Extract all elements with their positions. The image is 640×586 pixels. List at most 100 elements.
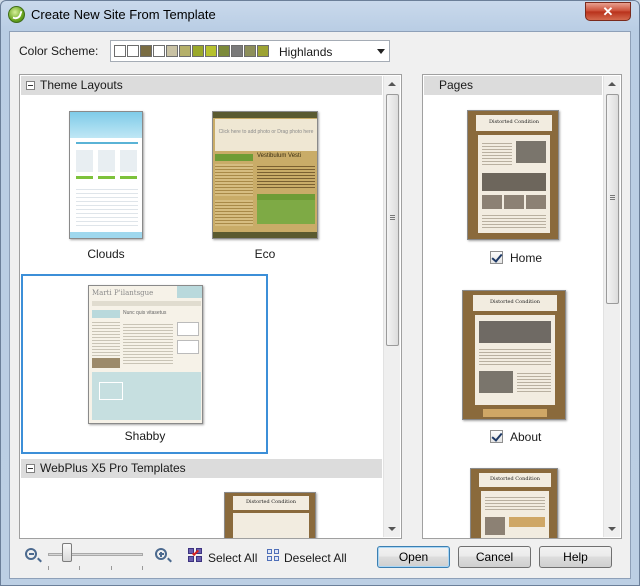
- scroll-down-icon[interactable]: [388, 527, 396, 531]
- photo-frame: [177, 340, 199, 354]
- deselect-square: [267, 556, 272, 561]
- body-lines: [123, 322, 173, 366]
- wood-title: Distorted Condition: [473, 295, 557, 311]
- scroll-up-icon[interactable]: [608, 82, 616, 86]
- corner-tab: [177, 286, 202, 298]
- wood-title: Distorted Condition: [479, 473, 551, 487]
- zoom-slider-thumb[interactable]: [62, 543, 72, 562]
- tick: [79, 566, 80, 570]
- scroll-up-icon[interactable]: [388, 82, 396, 86]
- help-button[interactable]: Help: [539, 546, 612, 568]
- photo-block: [482, 195, 502, 209]
- select-all-icon[interactable]: [188, 548, 204, 564]
- page-thumbnail[interactable]: Distorted Condition: [470, 468, 558, 538]
- photo-block: [526, 195, 546, 209]
- scroll-thumb[interactable]: [386, 94, 399, 346]
- theme-thumbnail-shabby[interactable]: Marti P'ilantsgue Nunc quis vitasetus: [88, 285, 203, 424]
- sidebar-lines: [215, 200, 253, 226]
- tick: [142, 566, 143, 570]
- pages-scrollbar[interactable]: [603, 76, 620, 537]
- page-checkbox-home[interactable]: [490, 251, 503, 264]
- photo-block: [485, 517, 505, 535]
- scroll-thumb[interactable]: [606, 94, 619, 304]
- dialog-body: Color Scheme: Highlands Theme Layouts Cl…: [9, 31, 631, 579]
- tick: [111, 566, 112, 570]
- color-scheme-value: Highlands: [279, 45, 333, 59]
- green-button: [98, 176, 115, 179]
- text-lines: [76, 186, 138, 228]
- collapse-icon[interactable]: [26, 464, 35, 473]
- left-panel-scrollbar[interactable]: [383, 76, 400, 537]
- deselect-all-icon[interactable]: [267, 549, 281, 563]
- photo-banner: [479, 321, 551, 343]
- template-thumbnail[interactable]: Distorted Condition: [224, 492, 316, 538]
- select-all-button[interactable]: Select All: [208, 551, 257, 565]
- color-swatch: [166, 45, 178, 57]
- photo-block: [479, 371, 513, 393]
- page-thumbnail-home[interactable]: Distorted Condition: [467, 110, 559, 240]
- page-body: [233, 513, 309, 538]
- shabby-title: Marti P'ilantsgue: [92, 289, 154, 297]
- color-swatch: [231, 45, 243, 57]
- color-swatch: [192, 45, 204, 57]
- photo-block: [504, 195, 524, 209]
- color-scheme-dropdown[interactable]: Highlands: [110, 40, 390, 62]
- photo-frame: [177, 322, 199, 336]
- theme-thumbnail-clouds[interactable]: [69, 111, 143, 239]
- wood-title: Distorted Condition: [476, 115, 552, 131]
- zoom-slider-ticks: [48, 566, 143, 570]
- green-tag: [215, 154, 253, 161]
- grip-icon: [610, 195, 615, 196]
- zoom-in-icon[interactable]: [155, 548, 172, 563]
- nav-strip: [76, 142, 138, 144]
- body-lines: [257, 164, 315, 190]
- wood-title: Distorted Condition: [233, 496, 309, 510]
- page-label-about: About: [510, 430, 542, 444]
- color-swatches: [114, 45, 269, 57]
- text-lines: [479, 347, 551, 367]
- magnifier-handle: [167, 557, 172, 563]
- page-checkbox-about[interactable]: [490, 430, 503, 443]
- deselect-all-button[interactable]: Deselect All: [284, 551, 347, 565]
- close-button[interactable]: ✕: [585, 2, 631, 21]
- photo-placeholder: Click here to add photo or Drag photo he…: [215, 119, 317, 151]
- color-swatch: [127, 45, 139, 57]
- pages-header: Pages: [424, 76, 602, 95]
- page-thumbnail-about[interactable]: Distorted Condition: [462, 290, 566, 420]
- nav-strip: [92, 301, 201, 306]
- dropdown-arrow-icon[interactable]: [377, 49, 385, 54]
- theme-label-eco: Eco: [254, 247, 276, 261]
- pages-panel: Pages Distorted Condition Home Distorted…: [422, 74, 622, 539]
- accent-block: [509, 517, 545, 527]
- select-square: [188, 556, 194, 562]
- theme-thumbnail-eco[interactable]: Click here to add photo or Drag photo he…: [212, 111, 318, 239]
- theme-label-shabby: Shabby: [124, 429, 166, 443]
- color-swatch: [153, 45, 165, 57]
- photo-frame: [99, 382, 123, 400]
- title-bar[interactable]: Create New Site From Template ✕: [1, 1, 639, 29]
- group-header-theme-layouts[interactable]: Theme Layouts: [21, 76, 382, 95]
- magnifier-handle: [37, 557, 42, 563]
- photo-block: [516, 141, 546, 163]
- photo-block: [482, 173, 546, 191]
- grip-icon: [390, 215, 395, 216]
- theme-label-clouds: Clouds: [87, 247, 125, 261]
- text-lines: [485, 495, 545, 511]
- group-header-webplus-templates[interactable]: WebPlus X5 Pro Templates: [21, 459, 382, 478]
- green-box: [257, 200, 315, 224]
- page-label-home: Home: [510, 251, 543, 265]
- zoom-out-icon[interactable]: [25, 548, 42, 563]
- text-lines: [517, 371, 551, 393]
- footer-bar: [213, 232, 317, 238]
- cancel-button[interactable]: Cancel: [458, 546, 531, 568]
- scroll-down-icon[interactable]: [608, 527, 616, 531]
- content-block: [98, 150, 115, 172]
- dialog-window: Create New Site From Template ✕ Color Sc…: [0, 0, 640, 586]
- side-photo: [92, 358, 120, 368]
- open-button[interactable]: Open: [377, 546, 450, 568]
- sky-banner: [70, 112, 142, 138]
- top-nav: [213, 112, 317, 118]
- shabby-heading: Nunc quis vitasetus: [123, 310, 167, 316]
- content-block: [76, 150, 93, 172]
- collapse-icon[interactable]: [26, 81, 35, 90]
